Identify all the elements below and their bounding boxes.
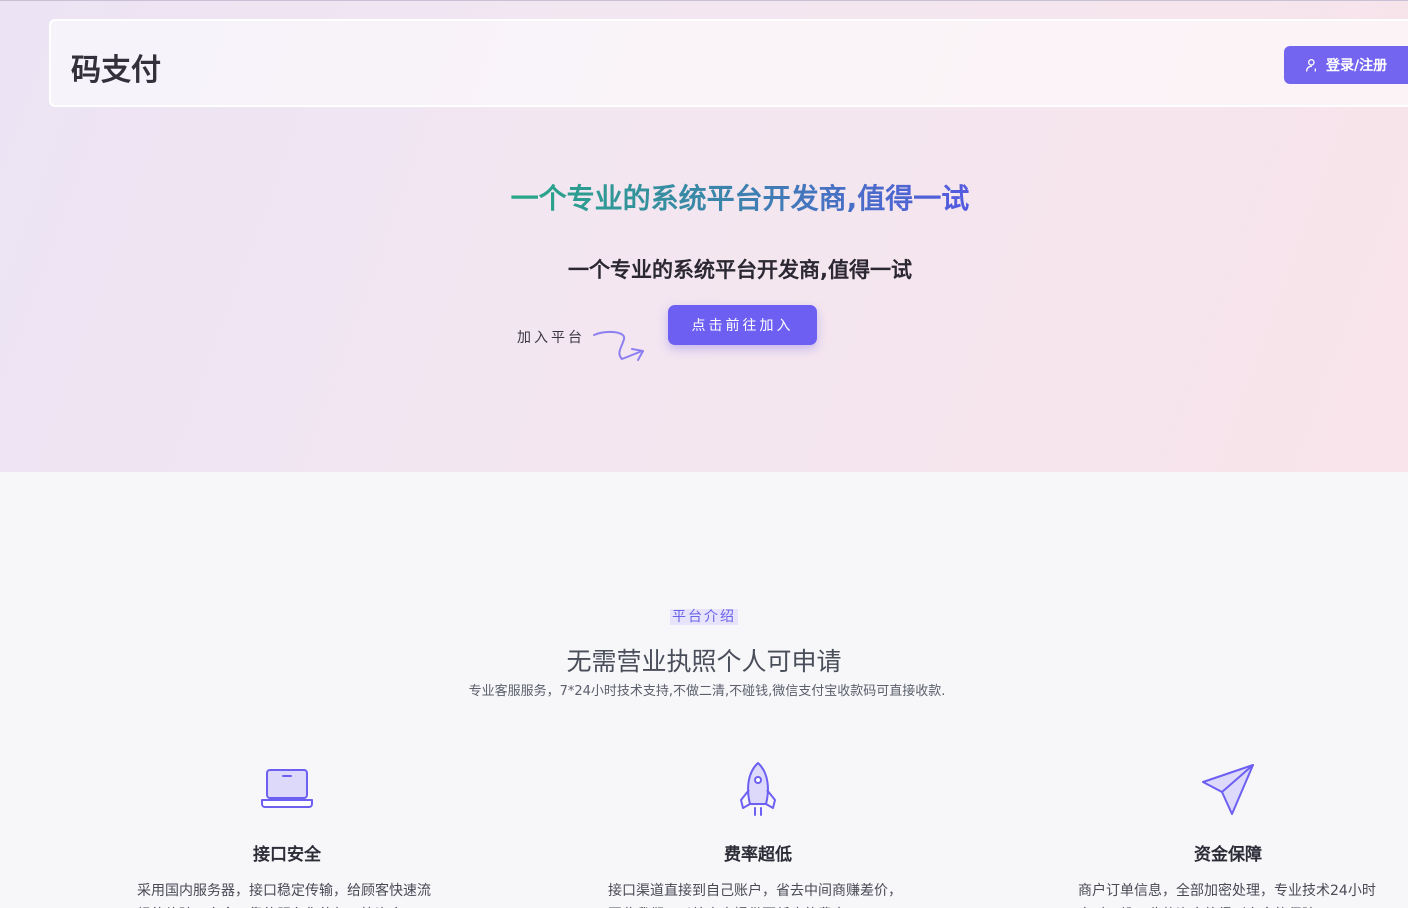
- laptop-icon: [261, 769, 313, 808]
- feature-description: 商户订单信息，全部加密处理，专业技术24小时实时运维，收款资金将得到安全的保障。: [1078, 883, 1376, 908]
- login-register-label: 登录/注册: [1326, 58, 1388, 74]
- join-platform-label: 加入平台: [517, 330, 585, 346]
- user-icon: [1306, 59, 1316, 72]
- send-icon: [1202, 764, 1254, 815]
- navbar: 码支付 登录/注册: [49, 19, 1408, 107]
- login-register-button[interactable]: 登录/注册: [1284, 46, 1408, 84]
- feature-description: 接口渠道直接到自己账户，省去中间商赚差价，因此我们可以给商户提供更低廉的费率。: [608, 883, 902, 908]
- section-tag: 平台介绍: [670, 609, 738, 625]
- rocket-icon: [740, 762, 776, 816]
- section-description: 专业客服服务，7*24小时技术支持,不做二清,不碰钱,微信支付宝收款码可直接收款…: [468, 684, 946, 699]
- hero-title: 一个专业的系统平台开发商,值得一试: [440, 181, 1040, 217]
- feature-title: 接口安全: [253, 845, 321, 865]
- section-title: 无需营业执照个人可申请: [566, 647, 842, 676]
- feature-title: 费率超低: [724, 845, 792, 865]
- feature-description: 采用国内服务器，接口稳定传输，给顾客快速流畅的体验，安全可靠的服务您的每一笔资金…: [137, 883, 431, 908]
- join-now-button[interactable]: 点击前往加入: [668, 305, 817, 345]
- feature-card: 费率超低 接口渠道直接到自己账户，省去中间商赚差价，因此我们可以给商户提供更低廉…: [598, 760, 918, 908]
- feature-card: 接口安全 采用国内服务器，接口稳定传输，给顾客快速流畅的体验，安全可靠的服务您的…: [127, 760, 447, 908]
- hero-subtitle: 一个专业的系统平台开发商,值得一试: [568, 258, 912, 282]
- curved-arrow-icon: [593, 330, 644, 361]
- feature-card: 资金保障 商户订单信息，全部加密处理，专业技术24小时实时运维，收款资金将得到安…: [1068, 760, 1388, 908]
- feature-title: 资金保障: [1194, 845, 1262, 865]
- hero-section: 码支付 登录/注册 一个专业的系统平台开发商,值得一试 一个专业的系统平台开发商…: [0, 0, 1408, 472]
- brand-logo[interactable]: 码支付: [71, 45, 161, 89]
